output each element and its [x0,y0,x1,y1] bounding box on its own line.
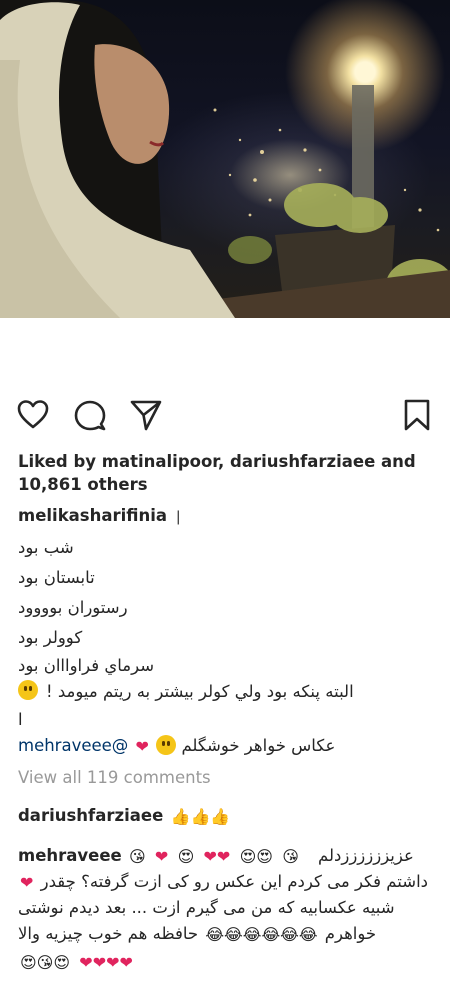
heart-emoji-icon: ❤❤❤❤ [79,953,133,972]
view-all-comments-link[interactable]: View all 119 comments [18,766,432,789]
bookmark-icon[interactable] [400,398,434,432]
caption-line: سرماي فراوااان بود [18,656,155,675]
heart-eyes-emoji-icon: 😍😘😍 [20,953,71,972]
heart-icon[interactable] [16,398,50,432]
caption-line: کوولر بود [18,628,83,647]
comment-line: خواهرم [324,924,377,943]
post-photo[interactable] [0,0,450,318]
post-action-bar [0,398,450,432]
caption-line: تابستان بود [18,568,95,587]
caption-username[interactable]: melikasharifinia [18,506,167,525]
photo-scene [0,0,450,318]
comment-line: داشتم فکر می کردم این عکس رو کی ازت گرفت… [40,872,429,891]
likes-count[interactable]: 10,861 others [18,473,432,496]
share-icon[interactable] [129,398,163,432]
heart-emoji-icon: ❤ [135,737,149,756]
comment-username[interactable]: dariushfarziaee [18,806,163,825]
heart-eyes-emoji-icon: 😍 [177,847,195,866]
comment-text: عكاس خواهر خوشگلم [181,736,336,755]
caption-line: شب بود [18,538,74,557]
caption-line: البته پنکه بود ولي کولر بيشتر به ريتم مي… [46,682,354,701]
caption-line: رستوران بوووود [18,598,128,617]
relieved-emoji-icon [156,735,177,755]
smiley-emoji-icon [18,680,38,700]
comment-emoji-row: 😍😘😍 ❤❤❤❤ [18,950,432,974]
kiss-emoji-icon: 😘 [128,847,146,866]
comment-line-row: ❤ داشتم فکر می کردم این عکس رو کی ازت گر… [18,870,432,894]
comment-line: عزیززززززدلم [318,846,414,865]
caption-line-with-emoji: البته پنکه بود ولي کولر بيشتر به ريتم مي… [18,680,432,708]
heart-emoji-icon: ❤ [154,847,169,866]
laughing-emoji-icon: 😂😂😂😂😂😂 [205,925,318,944]
likes-line-1[interactable]: Liked by matinalipoor, dariushfarziaee a… [18,450,432,473]
thumbs-up-emoji-icon: 👍👍👍 [170,807,231,826]
kiss-emoji-icon: 😘 [282,847,299,866]
heart-emoji-icon: ❤ [20,873,34,892]
comment-row: mehraveee@ ❤ عكاس خواهر خوشگلم [18,734,432,760]
comment-line: حافظه هم خوب چیزیه والا [18,924,199,943]
comment-line: شبیه عکسابیه که من می گیرم ازت ... بعد د… [18,898,395,917]
comment-username[interactable]: mehraveee@ [18,736,128,755]
comment-line-row: خواهرم 😂😂😂😂😂😂 حافظه هم خوب چیزیه والا [18,922,432,946]
heart-emoji-icon: ❤❤ [203,847,231,866]
comment-username[interactable]: mehraveee [18,846,122,865]
heart-eyes-emoji-icon: 😍😍 [239,847,273,866]
caption-line: ا [18,710,23,729]
comment-icon[interactable] [73,398,107,432]
caption-header: melikasharifinia ❘ [18,506,185,525]
comment-row: dariushfarziaee 👍👍👍 [18,804,432,828]
